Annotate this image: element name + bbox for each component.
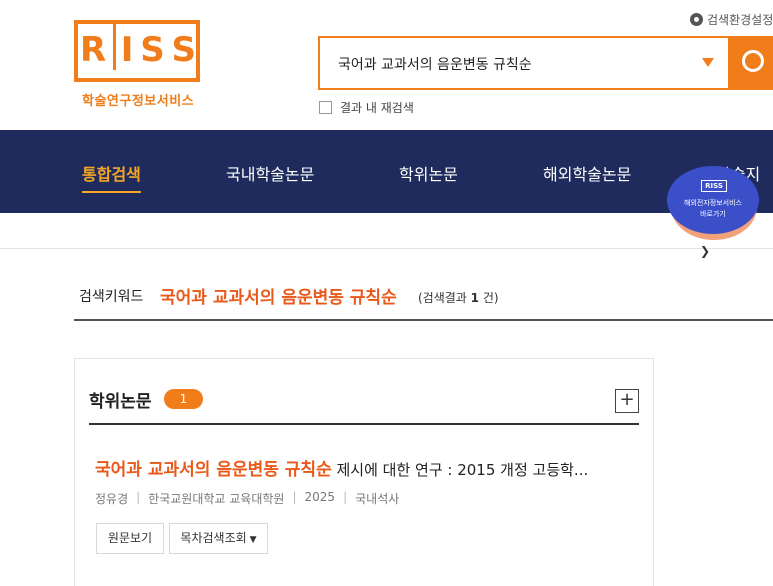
toc-search-button[interactable]: 목차검색조회 ▼ — [169, 523, 268, 554]
meta-separator: | — [136, 490, 141, 504]
result-title-highlight: 국어과 교과서의 음운변동 규칙순 — [95, 460, 332, 480]
section-title: 학위논문 — [89, 392, 152, 412]
logo-letter-i: I — [120, 30, 136, 70]
research-option[interactable]: 결과 내 재검색 — [319, 99, 414, 116]
overseas-service-badge[interactable]: RISS 해외전자정보서비스 바로가기 — [667, 166, 762, 242]
section-count-badge: 1 — [164, 389, 203, 409]
research-checkbox[interactable] — [319, 101, 332, 114]
keyword-divider — [74, 319, 773, 321]
result-count-prefix: (검색결과 — [418, 291, 467, 305]
keyword-label: 검색키워드 — [79, 289, 144, 305]
view-original-button[interactable]: 원문보기 — [96, 523, 164, 554]
toc-search-label: 목차검색조회 — [180, 531, 247, 545]
nav-item-domestic-papers[interactable]: 국내학술논문 — [226, 161, 314, 185]
meta-separator: | — [343, 490, 348, 504]
logo-letter-s2: S — [171, 30, 198, 70]
logo-separator — [112, 24, 116, 70]
chevron-right-icon[interactable]: ❯ — [700, 244, 710, 258]
search-icon — [742, 50, 764, 72]
result-count-number: 1 — [470, 291, 480, 305]
caret-down-icon: ▼ — [249, 535, 257, 545]
badge-logo: RISS — [701, 180, 727, 192]
logo-letter-s1: S — [140, 30, 167, 70]
result-meta: 정유경 | 한국교원대학교 교육대학원 | 2025 | 국내석사 — [95, 490, 399, 507]
badge-line2: 바로가기 — [700, 210, 726, 218]
search-query-text: 국어과 교과서의 음운변동 규칙순 — [338, 57, 532, 73]
divider — [0, 248, 773, 249]
result-title-link[interactable]: 국어과 교과서의 음운변동 규칙순 제시에 대한 연구 : 2015 개정 고등… — [95, 455, 588, 480]
search-settings-link[interactable]: 검색환경설정 — [690, 11, 773, 28]
expand-button[interactable]: + — [615, 389, 639, 413]
logo-subtitle: 학술연구정보서비스 — [82, 94, 195, 109]
nav-item-foreign-papers[interactable]: 해외학술논문 — [543, 161, 631, 185]
riss-logo[interactable]: R I S S 학술연구정보서비스 — [74, 14, 204, 109]
settings-label: 검색환경설정 — [707, 13, 773, 27]
result-count-suffix: 건) — [482, 291, 499, 305]
search-button[interactable] — [730, 36, 773, 90]
thesis-result-card: 학위논문 1 + 국어과 교과서의 음운변동 규칙순 제시에 대한 연구 : 2… — [74, 358, 654, 586]
meta-separator: | — [292, 490, 297, 504]
logo-letters: R I S S — [80, 24, 198, 70]
badge-circle: RISS 해외전자정보서비스 바로가기 — [667, 166, 759, 234]
main-nav: 통합검색 국내학술논문 학위논문 해외학술논문 학술지 — [0, 130, 773, 213]
section-divider — [89, 423, 639, 425]
nav-item-theses[interactable]: 학위논문 — [399, 161, 458, 185]
result-title-rest: 제시에 대한 연구 : 2015 개정 고등학... — [331, 461, 589, 479]
dropdown-arrow-icon[interactable] — [702, 58, 714, 67]
result-type: 국내석사 — [355, 492, 400, 506]
result-year: 2025 — [304, 490, 336, 504]
gear-icon — [690, 13, 703, 26]
search-input[interactable]: 국어과 교과서의 음운변동 규칙순 — [318, 36, 730, 90]
badge-line1: 해외전자정보서비스 — [684, 199, 742, 207]
nav-item-integrated-search[interactable]: 통합검색 — [82, 161, 141, 193]
result-author[interactable]: 정유경 — [95, 490, 128, 507]
research-label: 결과 내 재검색 — [340, 101, 414, 115]
keyword-value: 국어과 교과서의 음운변동 규칙순 — [160, 288, 397, 308]
result-institution[interactable]: 한국교원대학교 교육대학원 — [148, 490, 284, 507]
logo-letter-r: R — [80, 30, 109, 70]
result-count: (검색결과 1 건) — [418, 289, 499, 306]
